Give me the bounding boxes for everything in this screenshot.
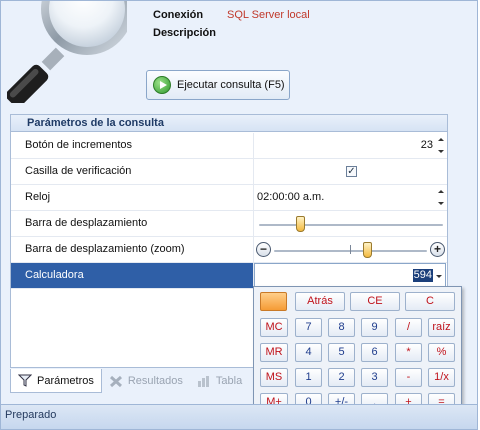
zoom-center-tick — [350, 245, 351, 254]
table-chart-icon — [197, 375, 209, 387]
calc-key-multiply[interactable]: * — [395, 343, 422, 362]
param-row-spin[interactable]: Botón de incrementos 23 — [11, 133, 447, 159]
spin-down-icon[interactable] — [437, 202, 444, 205]
description-label: Descripción — [153, 27, 216, 39]
spin-down-icon[interactable] — [437, 150, 444, 153]
zoom-in-icon[interactable]: + — [430, 242, 445, 257]
calc-key-7[interactable]: 7 — [295, 318, 322, 337]
calc-ce-button[interactable]: CE — [350, 292, 400, 311]
connection-value: SQL Server local — [227, 9, 310, 21]
param-name: Reloj — [11, 185, 254, 210]
calc-key-reciprocal[interactable]: 1/x — [428, 368, 455, 387]
parameters-title: Parámetros de la consulta — [11, 115, 447, 132]
time-spin-arrows[interactable] — [437, 190, 444, 205]
calc-backspace-button[interactable]: Atrás — [295, 292, 345, 311]
calc-key-5[interactable]: 5 — [328, 343, 355, 362]
query-window: Conexión SQL Server local Descripción Ej… — [0, 0, 478, 430]
connection-info: Conexión SQL Server local Descripción — [153, 8, 310, 44]
spin-up-icon[interactable] — [437, 138, 444, 141]
calc-key-1[interactable]: 1 — [295, 368, 322, 387]
zoom-out-icon[interactable]: − — [256, 242, 271, 257]
calc-key-sqrt[interactable]: raíz — [428, 318, 455, 337]
tab-table[interactable]: Tabla — [190, 369, 249, 393]
param-name: Botón de incrementos — [11, 133, 254, 158]
spin-value[interactable]: 23 — [421, 139, 433, 151]
calc-key-6[interactable]: 6 — [361, 343, 388, 362]
calc-key-divide[interactable]: / — [395, 318, 422, 337]
tab-parameters-label: Parámetros — [37, 374, 94, 387]
header: Conexión SQL Server local Descripción Ej… — [1, 1, 477, 107]
param-row-clock[interactable]: Reloj 02:00:00 a.m. — [11, 185, 447, 211]
run-query-button[interactable]: Ejecutar consulta (F5) — [146, 70, 290, 100]
filter-icon — [18, 374, 32, 387]
param-name: Casilla de verificación — [11, 159, 254, 184]
param-row-checkbox[interactable]: Casilla de verificación ✓ — [11, 159, 447, 185]
calc-key-9[interactable]: 9 — [361, 318, 388, 337]
tab-results[interactable]: Resultados — [102, 369, 190, 393]
spin-up-icon[interactable] — [437, 190, 444, 193]
calc-mc-button[interactable]: MC — [260, 318, 288, 337]
calculator-popup: Atrás CE C MC MR MS M+ 7 8 9/raíz 4 5 6 *% 1 2 3-… — [253, 286, 462, 418]
calc-mr-button[interactable]: MR — [260, 343, 288, 362]
status-text: Preparado — [5, 409, 57, 421]
zoom-thumb[interactable] — [363, 242, 373, 258]
tab-results-label: Resultados — [127, 375, 183, 387]
trackbar-thumb[interactable] — [295, 216, 305, 232]
trackbar-track[interactable] — [259, 224, 443, 226]
calc-key-minus[interactable]: - — [395, 368, 422, 387]
play-icon — [153, 76, 171, 94]
run-query-label: Ejecutar consulta (F5) — [177, 79, 285, 91]
param-row-trackbar[interactable]: Barra de desplazamiento — [11, 211, 447, 237]
connection-label: Conexión — [153, 9, 204, 21]
tab-table-label: Tabla — [215, 375, 243, 387]
param-name: Barra de desplazamiento — [11, 211, 254, 236]
checkbox[interactable]: ✓ — [346, 166, 357, 177]
calc-clear-button[interactable]: C — [405, 292, 455, 311]
calc-key-3[interactable]: 3 — [361, 368, 388, 387]
calc-key-8[interactable]: 8 — [328, 318, 355, 337]
chevron-down-icon[interactable] — [436, 275, 442, 278]
param-name: Calculadora — [11, 263, 254, 288]
param-name: Barra de desplazamiento (zoom) — [11, 237, 254, 262]
tab-parameters[interactable]: Parámetros — [10, 369, 102, 393]
calc-indicator-button[interactable] — [260, 292, 287, 311]
calc-key-4[interactable]: 4 — [295, 343, 322, 362]
calc-key-percent[interactable]: % — [428, 343, 455, 362]
calc-key-2[interactable]: 2 — [328, 368, 355, 387]
calculator-input[interactable]: 594 — [254, 263, 446, 288]
spin-arrows[interactable] — [437, 138, 444, 153]
status-bar: Preparado — [1, 404, 477, 429]
time-value[interactable]: 02:00:00 a.m. — [257, 191, 324, 203]
magnifier-icon — [7, 1, 127, 103]
bottom-tabs: Parámetros Resultados Tabla — [10, 369, 249, 393]
param-row-zoom-trackbar[interactable]: Barra de desplazamiento (zoom) − + — [11, 237, 447, 263]
calculator-value[interactable]: 594 — [412, 269, 433, 282]
calc-ms-button[interactable]: MS — [260, 368, 288, 387]
results-icon — [109, 375, 122, 387]
